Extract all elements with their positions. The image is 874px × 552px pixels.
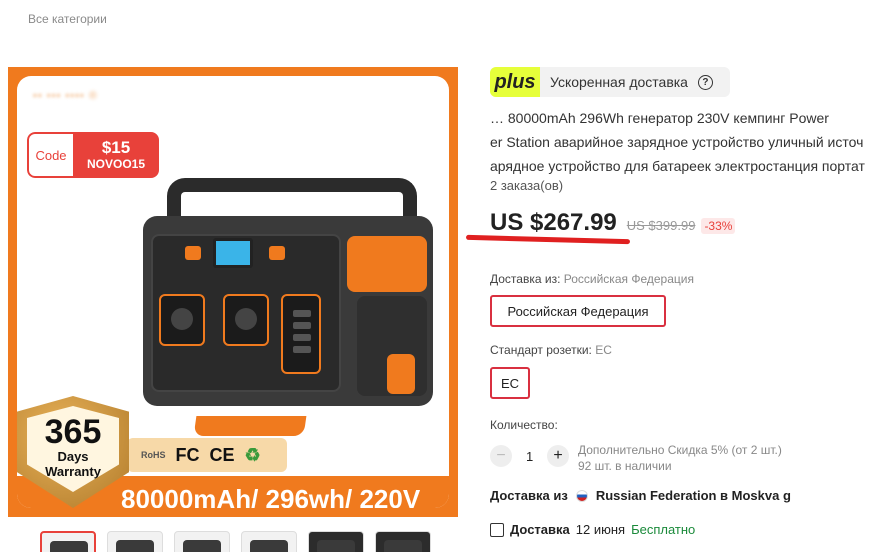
thumbnail[interactable] [241, 531, 297, 552]
quantity-value[interactable]: 1 [526, 449, 533, 464]
ship-from-value: Российская Федерация [563, 272, 694, 286]
thumbnail[interactable] [174, 531, 230, 552]
thumbnail[interactable] [40, 531, 96, 552]
plus-logo: plus [490, 67, 540, 97]
product-image[interactable]: •• ••• •••• ® Code $15 NOVOO15 80000mAh/… [8, 67, 458, 517]
coupon-code-label: Code [27, 132, 73, 178]
socket-option[interactable]: EC [490, 367, 530, 399]
thumbnail[interactable] [107, 531, 163, 552]
ship-from-label: Доставка из: Российская Федерация [490, 272, 694, 286]
car-socket-icon [223, 294, 269, 346]
thumbnail-strip [40, 531, 431, 552]
warranty-days: Days [57, 449, 89, 464]
plus-delivery-text: Ускоренная доставка [550, 74, 688, 90]
coupon-value: $15 NOVOO15 [73, 132, 159, 178]
breadcrumb[interactable]: Все категории [28, 12, 107, 26]
recycle-icon: ♻ [244, 444, 261, 465]
quantity-label: Количество: [490, 418, 558, 432]
power-button-icon [185, 246, 201, 260]
dc-button-icon [269, 246, 285, 260]
quantity-plus-button[interactable]: + [547, 445, 569, 467]
delivery-info: Доставка 12 июня Бесплатно [490, 522, 695, 537]
shipping-route[interactable]: Доставка из Russian Federation в Moskva … [490, 488, 791, 503]
stock-note: 92 шт. в наличии [578, 459, 672, 473]
power-station-illustration [137, 176, 437, 436]
coupon-name: NOVOO15 [86, 157, 146, 171]
brand-logo: •• ••• •••• ® [33, 90, 98, 102]
current-price: US $267.99 [490, 209, 617, 236]
image-canvas: •• ••• •••• ® Code $15 NOVOO15 80000mAh/… [17, 76, 449, 508]
certifications: RoHS FC CE ♻ [127, 438, 287, 472]
fc-icon: FC [175, 444, 200, 465]
battery-display [213, 238, 253, 268]
ac-socket-icon [159, 294, 205, 346]
usb-ports-icon [281, 294, 321, 374]
coupon-badge: Code $15 NOVOO15 [27, 132, 159, 178]
warranty-word: Warranty [45, 464, 101, 479]
discount-badge: -33% [701, 218, 736, 234]
quantity-discount-note: Дополнительно Скидка 5% (от 2 шт.) [578, 443, 782, 457]
delivery-label: Доставка [510, 522, 570, 537]
socket-label: Стандарт розетки: EC [490, 343, 612, 357]
old-price: US $399.99 [626, 218, 696, 233]
shipping-route-text: Russian Federation в Moskva g [595, 488, 791, 503]
help-icon[interactable]: ? [697, 74, 713, 90]
ship-from-option[interactable]: Российская Федерация [490, 295, 666, 327]
russia-flag-icon [575, 489, 588, 502]
spec-banner-text: 80000mAh/ 296wh/ 220V [121, 484, 421, 508]
orders-count: 2 заказа(ов) [490, 178, 564, 193]
title-line: er Station аварийное зарядное устройство… [490, 134, 864, 150]
ce-icon: CE [209, 444, 235, 465]
title-line: … 80000mAh 296Wh генератор 230V кемпинг … [490, 110, 829, 126]
plus-delivery-badge[interactable]: plus Ускоренная доставка ? [490, 67, 730, 97]
shipping-prefix: Доставка из [490, 488, 568, 503]
coupon-amount: $15 [101, 138, 131, 157]
thumbnail[interactable] [308, 531, 364, 552]
delivery-price: Бесплатно [631, 522, 696, 537]
rohs-icon: RoHS [141, 450, 166, 460]
thumbnail[interactable] [375, 531, 431, 552]
price-row: US $267.99 US $399.99 -33% [490, 209, 736, 237]
quantity-minus-button[interactable]: − [490, 445, 512, 467]
station-vent [347, 236, 427, 292]
title-line: арядное устройство для батареек электрос… [490, 158, 865, 174]
delivery-date: 12 июня [575, 522, 626, 537]
delivery-icon [490, 522, 504, 537]
product-title: … 80000mAh 296Wh генератор 230V кемпинг … [490, 106, 874, 178]
socket-value: EC [595, 343, 612, 357]
warranty-number: 365 [44, 413, 102, 451]
station-strip [387, 354, 415, 394]
station-logo-plate [193, 416, 307, 436]
